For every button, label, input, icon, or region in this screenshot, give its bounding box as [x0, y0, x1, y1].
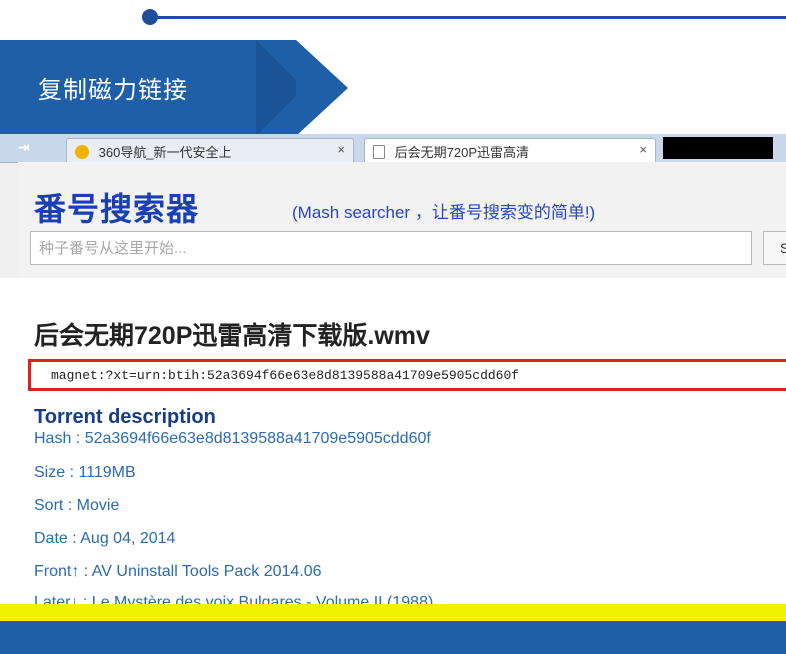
description-heading: Torrent description — [34, 406, 216, 428]
redacted-bar — [663, 137, 773, 159]
size-line: Size : 1119MB — [34, 464, 136, 481]
magnet-link[interactable]: magnet:?xt=urn:btih:52a3694f66e63e8d8139… — [51, 368, 519, 383]
banner-arrow — [296, 40, 348, 136]
footer-bar — [0, 621, 786, 654]
slide-header: 复制磁力链接 — [0, 0, 786, 136]
progress-line — [150, 16, 786, 19]
torrent-detail: 后会无期720P迅雷高清下载版.wmv magnet:?xt=urn:btih:… — [0, 278, 786, 611]
footer-stripe — [0, 604, 786, 621]
tab-switch-icon[interactable]: ⇥ — [18, 139, 36, 157]
close-icon[interactable]: × — [337, 142, 345, 157]
progress-dot — [142, 9, 158, 25]
browser-logo-icon — [75, 145, 89, 159]
site-title: 番号搜索器 — [34, 191, 200, 227]
search-field[interactable] — [30, 231, 752, 265]
date-line: Date : Aug 04, 2014 — [34, 530, 176, 547]
previous-link[interactable]: Front↑ : AV Uninstall Tools Pack 2014.06 — [34, 563, 322, 581]
search-header: 番号搜索器 (Mash searcher ，让番号搜索变的简单!) S — [18, 162, 786, 278]
page-icon — [373, 145, 385, 159]
tab-label: 360导航_新一代安全上 — [98, 145, 232, 160]
banner-title: 复制磁力链接 — [38, 77, 188, 104]
sort-line: Sort : Movie — [34, 497, 120, 514]
tab-360-navigation[interactable]: 360导航_新一代安全上 × — [66, 138, 354, 162]
tab-label: 后会无期720P迅雷高清 — [394, 145, 529, 160]
magnet-link-box[interactable]: magnet:?xt=urn:btih:52a3694f66e63e8d8139… — [28, 359, 786, 391]
search-button[interactable]: S — [763, 231, 786, 265]
browser-window: ⇥ 360导航_新一代安全上 × 后会无期720P迅雷高清 × 番号搜索器 (M… — [0, 134, 786, 611]
search-input[interactable] — [31, 232, 751, 264]
hash-line: Hash : 52a3694f66e63e8d8139588a41709e590… — [34, 430, 431, 447]
tab-bar: ⇥ 360导航_新一代安全上 × 后会无期720P迅雷高清 × — [0, 134, 786, 163]
file-title: 后会无期720P迅雷高清下载版.wmv — [34, 322, 430, 350]
site-subtitle: (Mash searcher ，让番号搜索变的简单!) — [292, 203, 596, 222]
close-icon[interactable]: × — [639, 142, 647, 157]
tab-torrent-page[interactable]: 后会无期720P迅雷高清 × — [364, 138, 656, 162]
